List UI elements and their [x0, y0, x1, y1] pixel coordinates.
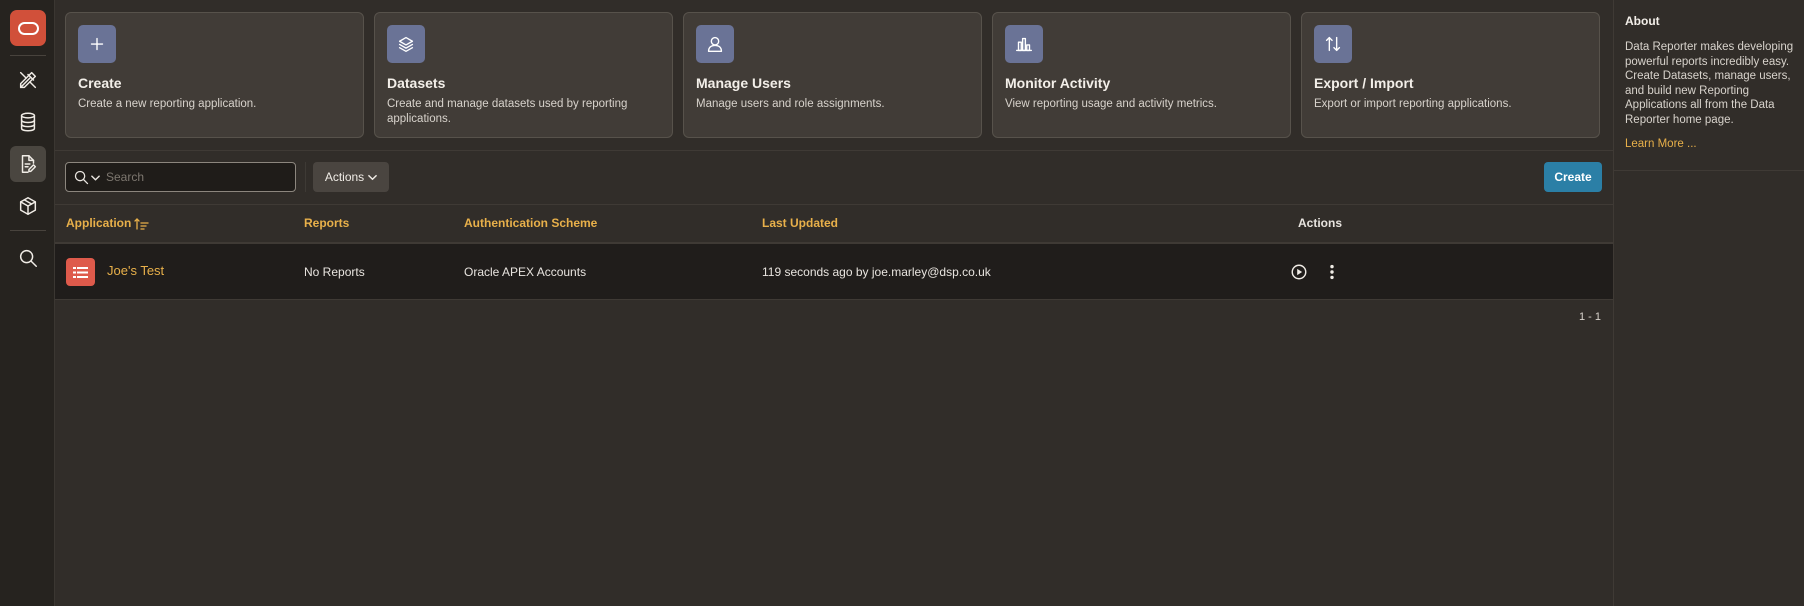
chevron-down-icon [368, 174, 377, 180]
create-button[interactable]: Create [1544, 162, 1602, 192]
learn-more-link[interactable]: Learn More ... [1625, 138, 1697, 150]
column-header-actions: Actions [1298, 216, 1343, 230]
card-manage-users[interactable]: Manage Users Manage users and role assig… [683, 12, 982, 138]
user-icon [696, 25, 734, 63]
about-text: Data Reporter makes developing powerful … [1625, 41, 1794, 126]
card-description: Create and manage datasets used by repor… [387, 98, 628, 125]
plus-icon [78, 25, 116, 63]
report-toolbar: Actions Create [55, 150, 1613, 204]
last-updated-cell: 119 seconds ago by joe.marley@dsp.co.uk [762, 265, 991, 279]
card-title: Export / Import [1314, 75, 1414, 91]
card-datasets[interactable]: Datasets Create and manage datasets used… [374, 12, 673, 138]
card-title: Manage Users [696, 75, 791, 91]
search-field[interactable] [65, 162, 296, 192]
card-monitor-activity[interactable]: Monitor Activity View reporting usage an… [992, 12, 1291, 138]
search-input[interactable] [106, 167, 286, 187]
search-icon [74, 170, 89, 185]
column-label: Application [66, 216, 132, 230]
rail-divider [10, 230, 46, 231]
card-export-import[interactable]: Export / Import Export or import reporti… [1301, 12, 1600, 138]
database-icon[interactable] [10, 104, 46, 140]
chevron-down-icon[interactable] [91, 174, 100, 182]
card-title: Create [78, 75, 122, 91]
arrows-updown-icon [1314, 25, 1352, 63]
main-content: Create Create a new reporting applicatio… [55, 0, 1613, 606]
auth-scheme-cell: Oracle APEX Accounts [464, 265, 587, 279]
toolbar-divider [305, 162, 306, 192]
column-header-auth-scheme[interactable]: Authentication Scheme [464, 216, 597, 230]
card-description: View reporting usage and activity metric… [1005, 98, 1217, 110]
app-list-icon [66, 258, 95, 286]
run-app-icon[interactable] [1289, 262, 1309, 282]
bar-chart-icon [1005, 25, 1043, 63]
card-description: Create a new reporting application. [78, 98, 257, 110]
column-header-application[interactable]: Application [66, 216, 149, 230]
table-header: Application Reports Authentication Schem… [55, 204, 1613, 242]
column-header-last-updated[interactable]: Last Updated [762, 216, 838, 230]
sort-ascending-icon[interactable] [134, 217, 149, 230]
quick-actions: Create Create a new reporting applicatio… [65, 12, 1605, 138]
divider [1614, 170, 1804, 171]
table-row: Joe's Test No Reports Oracle APEX Accoun… [55, 242, 1613, 300]
box-icon[interactable] [10, 188, 46, 224]
rail-divider [10, 55, 46, 56]
card-title: Datasets [387, 75, 446, 91]
nav-rail [0, 0, 55, 606]
card-description: Manage users and role assignments. [696, 98, 885, 110]
more-options-icon[interactable] [1322, 262, 1342, 282]
card-create[interactable]: Create Create a new reporting applicatio… [65, 12, 364, 138]
application-link[interactable]: Joe's Test [107, 263, 164, 278]
document-edit-icon[interactable] [10, 146, 46, 182]
column-header-reports[interactable]: Reports [304, 216, 349, 230]
actions-menu-button[interactable]: Actions [313, 162, 389, 192]
about-panel: About Data Reporter makes developing pow… [1613, 0, 1804, 606]
about-title: About [1625, 14, 1660, 28]
pencil-ruler-icon[interactable] [10, 62, 46, 98]
card-description: Export or import reporting applications. [1314, 98, 1512, 110]
search-icon[interactable] [10, 240, 46, 276]
card-title: Monitor Activity [1005, 75, 1111, 91]
layers-icon [387, 25, 425, 63]
oracle-logo-icon[interactable] [10, 10, 46, 46]
pagination: 1 - 1 [1578, 311, 1601, 323]
actions-label: Actions [324, 170, 365, 184]
reports-cell: No Reports [304, 265, 365, 279]
